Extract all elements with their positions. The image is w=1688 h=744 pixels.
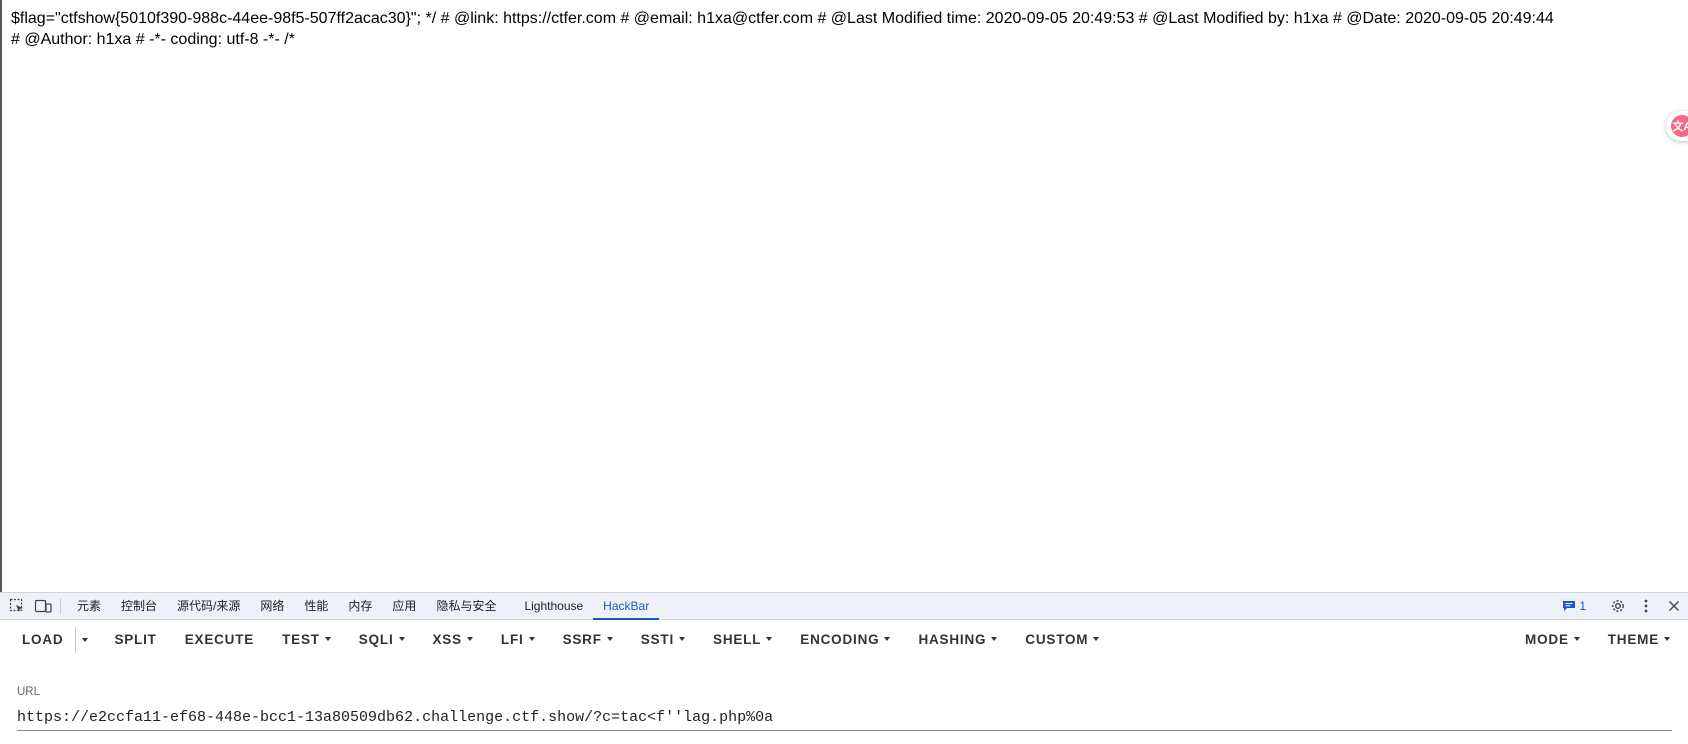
theme-menu-button[interactable]: THEME [1594,619,1688,661]
url-label: URL [17,686,41,698]
chevron-down-icon [679,637,686,642]
encoding-menu-button[interactable]: ENCODING [786,619,904,661]
device-toolbar-icon[interactable] [30,593,56,619]
execute-button[interactable]: EXECUTE [171,619,268,661]
tab-application[interactable]: 应用 [382,593,426,619]
ssrf-menu-button[interactable]: SSRF [549,619,627,661]
chevron-down-icon [1093,637,1100,642]
page-body-text: $flag="ctfshow{5010f390-988c-44ee-98f5-5… [11,8,1681,50]
chevron-down-icon [82,638,89,642]
chevron-down-icon [991,637,998,642]
chevron-down-icon [766,637,773,642]
xss-menu-button[interactable]: XSS [419,619,487,661]
tab-console[interactable]: 控制台 [111,593,167,619]
mode-menu-button[interactable]: MODE [1511,619,1594,661]
hackbar-toolbar: LOAD SPLIT EXECUTE TEST SQLI XSS LFI SSR… [0,619,1688,661]
browser-viewport: $flag="ctfshow{5010f390-988c-44ee-98f5-5… [0,0,1688,592]
tab-lighthouse[interactable]: Lighthouse [514,593,593,619]
tabbar-separator [60,598,61,614]
tab-sources[interactable]: 源代码/来源 [167,593,250,619]
lfi-menu-button[interactable]: LFI [487,619,549,661]
devtools-panel: 元素 控制台 源代码/来源 网络 性能 内存 应用 隐私与安全 Lighthou… [0,592,1688,744]
translate-icon: 文A [1671,115,1688,137]
tab-hackbar[interactable]: HackBar [593,593,660,620]
close-icon[interactable] [1660,593,1688,619]
split-button[interactable]: SPLIT [100,619,170,661]
shell-menu-button[interactable]: SHELL [699,619,786,661]
custom-menu-button[interactable]: CUSTOM [1011,619,1113,661]
page-text-line-2: # @Author: h1xa # -*- coding: utf-8 -*- … [11,31,295,48]
chevron-down-icon [528,637,535,642]
tab-network[interactable]: 网络 [250,593,294,619]
tab-elements[interactable]: 元素 [67,593,111,619]
devtools-right-controls: 1 [1562,593,1688,619]
message-icon [1563,601,1576,611]
chevron-down-icon [324,637,331,642]
issues-badge[interactable]: 1 [1562,599,1586,613]
test-menu-button[interactable]: TEST [268,619,345,661]
issues-count: 1 [1579,599,1586,613]
load-button[interactable]: LOAD [0,619,75,661]
hashing-menu-button[interactable]: HASHING [904,619,1011,661]
chevron-down-icon [1664,637,1670,642]
url-input[interactable] [17,706,1672,731]
tab-privacy-security[interactable]: 隐私与安全 [426,593,506,619]
chevron-down-icon [1573,637,1580,642]
translate-button[interactable]: 文A [1666,111,1688,141]
chevron-down-icon [884,637,891,642]
load-dropdown-button[interactable] [76,619,94,661]
tab-memory[interactable]: 内存 [338,593,382,619]
chevron-down-icon [606,637,613,642]
settings-gear-icon[interactable] [1604,593,1632,619]
page-text-line-1: $flag="ctfshow{5010f390-988c-44ee-98f5-5… [11,10,1554,27]
ssti-menu-button[interactable]: SSTI [627,619,699,661]
more-vertical-icon[interactable] [1632,593,1660,619]
sqli-menu-button[interactable]: SQLI [345,619,419,661]
chevron-down-icon [466,637,473,642]
tab-performance[interactable]: 性能 [294,593,338,619]
chevron-down-icon [398,637,405,642]
inspect-element-icon[interactable] [4,593,30,619]
devtools-tabbar: 元素 控制台 源代码/来源 网络 性能 内存 应用 隐私与安全 Lighthou… [0,593,1688,620]
